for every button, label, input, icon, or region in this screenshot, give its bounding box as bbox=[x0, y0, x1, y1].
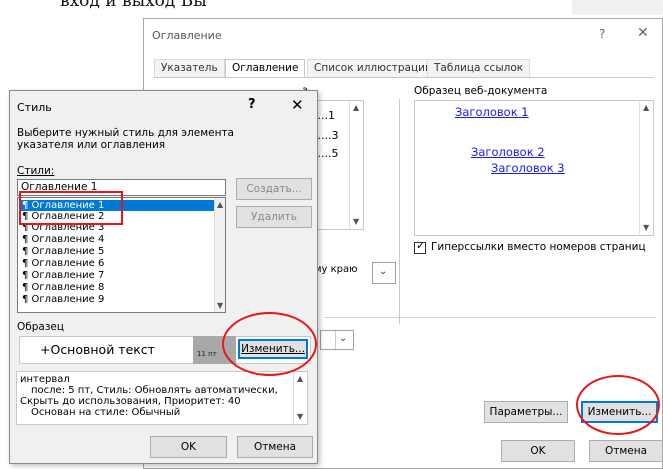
description-scrollbar[interactable]: ▲ ▼ bbox=[293, 372, 307, 424]
style-dialog: Стиль ? ✕ Выберите нужный стиль для элем… bbox=[9, 90, 318, 464]
toc-dialog-title: Оглавление bbox=[152, 29, 222, 42]
help-button[interactable]: ? bbox=[248, 97, 256, 112]
scroll-up-icon: ▲ bbox=[217, 200, 224, 209]
tab-toc[interactable]: Оглавление bbox=[225, 59, 306, 78]
style-list-item[interactable]: ¶ Оглавление 9 bbox=[20, 294, 214, 305]
toc-ok-button[interactable]: OK bbox=[501, 440, 575, 462]
format-select[interactable]: ⌄ bbox=[320, 330, 354, 350]
style-dialog-title: Стиль bbox=[17, 101, 52, 114]
toc-cancel-button[interactable]: Отмена bbox=[589, 440, 663, 462]
scroll-up-icon: ▲ bbox=[297, 374, 304, 383]
tab-leader-select[interactable]: ⌄ bbox=[372, 262, 396, 284]
scroll-down-icon: ▼ bbox=[643, 223, 650, 232]
close-icon[interactable]: ✕ bbox=[637, 25, 649, 41]
highlight-rectangle bbox=[19, 191, 123, 225]
right-align-label: му краю bbox=[314, 264, 358, 275]
web-link-heading-2[interactable]: Заголовок 2 bbox=[471, 145, 545, 159]
sample-text: +Основной текст bbox=[40, 342, 155, 357]
help-button[interactable]: ? bbox=[599, 27, 605, 41]
options-button[interactable]: Параметры... bbox=[484, 401, 568, 423]
tab-authorities[interactable]: Таблица ссылок bbox=[427, 59, 531, 78]
scroll-up-icon: ▲ bbox=[353, 103, 360, 112]
web-link-heading-1[interactable]: Заголовок 1 bbox=[455, 105, 529, 119]
style-list-item[interactable]: ¶ Оглавление 7 bbox=[20, 270, 214, 281]
style-list-item[interactable]: ¶ Оглавление 8 bbox=[20, 282, 214, 293]
instruction-text: Выберите нужный стиль для элемента указа… bbox=[17, 127, 234, 151]
sample-label: Образец bbox=[17, 321, 65, 333]
highlight-ellipse bbox=[576, 375, 660, 435]
scroll-up-icon: ▲ bbox=[643, 103, 650, 112]
highlight-ellipse bbox=[222, 312, 317, 376]
document-text-fragment: вход и выход Вы bbox=[60, 0, 207, 11]
delete-style-button[interactable]: Удалить bbox=[236, 206, 312, 228]
web-preview-scrollbar[interactable]: ▲ ▼ bbox=[639, 101, 653, 235]
scroll-down-icon: ▼ bbox=[297, 412, 304, 421]
scroll-down-icon: ▼ bbox=[217, 301, 224, 310]
scroll-down-icon: ▼ bbox=[353, 217, 360, 226]
style-list-item[interactable]: ¶ Оглавление 6 bbox=[20, 258, 214, 269]
styles-label: Стили: bbox=[17, 165, 55, 177]
preview-scrollbar[interactable]: ▲ ▼ bbox=[349, 101, 363, 229]
tab-index[interactable]: Указатель bbox=[154, 59, 225, 78]
web-preview-label: Образец веб-документа bbox=[414, 85, 548, 97]
create-style-button[interactable]: Создать... bbox=[236, 178, 312, 200]
close-icon[interactable]: ✕ bbox=[291, 96, 304, 114]
web-preview-box: Заголовок 1 Заголовок 2 Заголовок 3 ▲ ▼ bbox=[414, 100, 654, 236]
style-ok-button[interactable]: OK bbox=[150, 436, 227, 458]
styles-scrollbar[interactable]: ▲ ▼ bbox=[214, 198, 225, 312]
style-cancel-button[interactable]: Отмена bbox=[237, 436, 313, 458]
chevron-down-icon: ⌄ bbox=[379, 266, 388, 277]
style-description: интервал после: 5 пт, Стиль: Обновлять а… bbox=[16, 371, 308, 425]
hyperlinks-checkbox-label: Гиперссылки вместо номеров страниц bbox=[431, 241, 646, 253]
checkmark-icon: ✓ bbox=[416, 239, 426, 252]
chevron-down-icon: ⌄ bbox=[339, 333, 348, 344]
tab-figures[interactable]: Список иллюстраций bbox=[307, 59, 439, 78]
web-link-heading-3[interactable]: Заголовок 3 bbox=[491, 161, 565, 175]
style-list-item[interactable]: ¶ Оглавление 5 bbox=[20, 246, 214, 257]
style-list-item[interactable]: ¶ Оглавление 4 bbox=[20, 234, 214, 245]
